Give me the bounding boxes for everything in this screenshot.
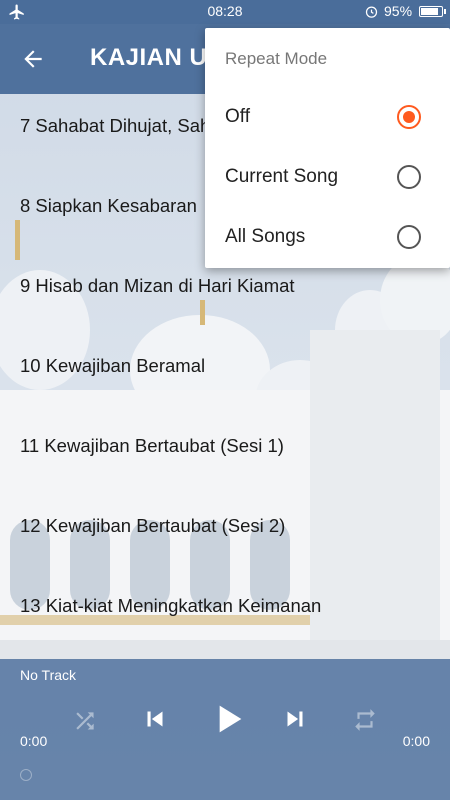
track-title: 9 Hisab dan Mizan di Hari Kiamat [20, 275, 295, 296]
track-title: 12 Kewajiban Bertaubat (Sesi 2) [20, 515, 286, 536]
next-track-icon[interactable] [280, 704, 310, 734]
previous-track-icon[interactable] [140, 704, 170, 734]
track-title: 8 Siapkan Kesabaran [20, 195, 197, 216]
alarm-icon [365, 6, 378, 18]
repeat-option-current-song[interactable]: Current Song [205, 148, 450, 208]
seek-handle[interactable] [20, 769, 32, 781]
repeat-option-off[interactable]: Off [205, 88, 450, 148]
list-item[interactable]: 10 Kewajiban Beramal [0, 334, 450, 414]
shuffle-icon[interactable] [72, 708, 98, 734]
radio-button[interactable] [397, 105, 421, 129]
list-item[interactable]: 13 Kiat-kiat Meningkatkan Keimanan [0, 574, 450, 654]
option-label: Current Song [225, 166, 339, 187]
track-title: 13 Kiat-kiat Meningkatkan Keimanan [20, 595, 322, 616]
track-title: 10 Kewajiban Beramal [20, 355, 206, 376]
battery-icon [419, 6, 446, 17]
option-label: Off [225, 106, 250, 127]
radio-button[interactable] [397, 225, 421, 249]
player-bar: No Track 0:00 0:00 [0, 659, 450, 800]
now-playing-title: No Track [20, 667, 77, 683]
elapsed-time: 0:00 [20, 733, 48, 749]
status-time: 08:28 [207, 3, 243, 19]
battery-percent: 95% [384, 3, 413, 19]
option-label: All Songs [225, 226, 306, 247]
total-duration: 0:00 [402, 733, 430, 749]
radio-button[interactable] [397, 165, 421, 189]
repeat-option-all-songs[interactable]: All Songs [205, 208, 450, 268]
status-bar: 08:28 95% [0, 0, 450, 24]
list-item[interactable]: 12 Kewajiban Bertaubat (Sesi 2) [0, 494, 450, 574]
menu-title: Repeat Mode [225, 49, 328, 68]
repeat-icon[interactable] [352, 707, 378, 733]
repeat-mode-menu: Repeat Mode Off Current Song All Songs [205, 28, 450, 268]
back-arrow-icon[interactable] [20, 46, 46, 72]
track-title: 11 Kewajiban Bertaubat (Sesi 1) [20, 435, 284, 456]
list-item[interactable]: 11 Kewajiban Bertaubat (Sesi 1) [0, 414, 450, 494]
play-icon[interactable] [208, 699, 248, 739]
